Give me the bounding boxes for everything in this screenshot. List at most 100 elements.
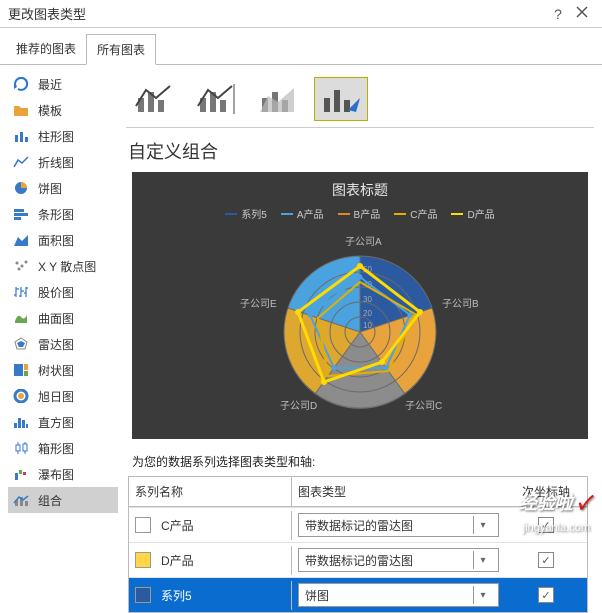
sidebar-item-label: 折线图 [38,154,74,171]
folder-icon [12,102,30,118]
radar-axis-label: 子公司C [405,397,442,412]
sidebar-item-label: 柱形图 [38,128,74,145]
sidebar-item-templates[interactable]: 模板 [8,97,118,123]
series-color-swatch [135,517,151,533]
legend-item: A产品 [281,206,324,221]
sidebar-item-label: 直方图 [38,414,74,431]
line-icon [12,154,30,170]
sidebar-item-radar[interactable]: 雷达图 [8,331,118,357]
sidebar-item-surface[interactable]: 曲面图 [8,305,118,331]
waterfall-icon [12,466,30,482]
stock-icon [12,284,30,300]
sidebar-item-combo[interactable]: 组合 [8,487,118,513]
sidebar-item-label: 瀑布图 [38,466,74,483]
chart-category-sidebar: 最近 模板 柱形图 折线图 饼图 条形图 面积图 X Y 散点图 股价图 曲面图… [8,71,118,613]
chart-type-select[interactable]: 饼图▾ [298,583,499,607]
series-row[interactable]: 系列5 饼图▾ ✓ [129,577,587,612]
surface-icon [12,310,30,326]
sunburst-icon [12,388,30,404]
sidebar-item-histogram[interactable]: 直方图 [8,409,118,435]
sidebar-item-area[interactable]: 面积图 [8,227,118,253]
sidebar-item-treemap[interactable]: 树状图 [8,357,118,383]
series-row[interactable]: D产品 带数据标记的雷达图▾ ✓ [129,542,587,577]
sidebar-item-label: 模板 [38,102,62,119]
legend-item: C产品 [394,206,437,221]
legend-item: 系列5 [225,206,267,221]
sidebar-item-label: 树状图 [38,362,74,379]
pie-icon [12,180,30,196]
histogram-icon [12,414,30,430]
sidebar-item-label: 箱形图 [38,440,74,457]
chevron-down-icon: ▾ [473,516,492,534]
sidebar-item-bar[interactable]: 条形图 [8,201,118,227]
combo-subtype-1[interactable] [128,77,182,121]
secondary-axis-checkbox[interactable]: ✓ [538,552,554,568]
col-header-type: 图表类型 [292,477,505,506]
treemap-icon [12,362,30,378]
watermark: 经验啦 ✓ jingyanla.com [519,489,590,536]
chart-type-select[interactable]: 带数据标记的雷达图▾ [298,513,499,537]
help-button[interactable]: ? [546,6,570,22]
sidebar-item-label: 雷达图 [38,336,74,353]
section-title: 自定义组合 [126,128,594,172]
secondary-axis-checkbox[interactable]: ✓ [538,587,554,603]
series-name: D产品 [161,552,194,569]
svg-text:20: 20 [363,309,372,318]
chevron-down-icon: ▾ [473,586,492,604]
col-header-name: 系列名称 [129,477,292,506]
sidebar-item-stock[interactable]: 股价图 [8,279,118,305]
combo-subtype-row [126,71,594,128]
chevron-down-icon: ▾ [473,551,492,569]
close-button[interactable] [570,5,594,22]
sidebar-item-label: 股价图 [38,284,74,301]
combo-subtype-2[interactable] [190,77,244,121]
series-instructions: 为您的数据系列选择图表类型和轴: [126,449,594,474]
tab-recommended[interactable]: 推荐的图表 [6,34,86,64]
sidebar-item-boxplot[interactable]: 箱形图 [8,435,118,461]
chart-preview: 图表标题 系列5 A产品 B产品 C产品 D产品 [132,172,588,439]
legend-item: D产品 [451,206,494,221]
area-icon [12,232,30,248]
column-icon [12,128,30,144]
series-color-swatch [135,552,151,568]
sidebar-item-scatter[interactable]: X Y 散点图 [8,253,118,279]
close-icon [575,5,589,19]
radar-axis-label: 子公司B [442,295,479,310]
radar-axis-label: 子公司E [240,295,277,310]
sidebar-item-label: X Y 散点图 [38,258,96,275]
sidebar-item-label: 曲面图 [38,310,74,327]
series-name: C产品 [161,517,194,534]
svg-text:10: 10 [363,321,372,330]
sidebar-item-label: 饼图 [38,180,62,197]
sidebar-item-sunburst[interactable]: 旭日图 [8,383,118,409]
combo-icon [12,492,30,508]
svg-text:30: 30 [363,295,372,304]
sidebar-item-line[interactable]: 折线图 [8,149,118,175]
boxplot-icon [12,440,30,456]
radar-axis-label: 子公司A [345,233,382,248]
tab-all-charts[interactable]: 所有图表 [86,34,156,65]
series-name: 系列5 [161,587,192,604]
legend-item: B产品 [338,206,381,221]
dialog-title: 更改图表类型 [8,4,86,23]
sidebar-item-column[interactable]: 柱形图 [8,123,118,149]
sidebar-item-label: 组合 [38,492,62,509]
recent-icon [12,76,30,92]
bar-icon [12,206,30,222]
sidebar-item-recent[interactable]: 最近 [8,71,118,97]
radar-icon [12,336,30,352]
combo-subtype-3[interactable] [252,77,306,121]
scatter-icon [12,258,30,274]
chart-type-select[interactable]: 带数据标记的雷达图▾ [298,548,499,572]
sidebar-item-label: 最近 [38,76,62,93]
sidebar-item-label: 条形图 [38,206,74,223]
sidebar-item-pie[interactable]: 饼图 [8,175,118,201]
sidebar-item-waterfall[interactable]: 瀑布图 [8,461,118,487]
chart-legend: 系列5 A产品 B产品 C产品 D产品 [142,206,578,221]
radar-axis-label: 子公司D [280,397,317,412]
combo-subtype-custom[interactable] [314,77,368,121]
series-color-swatch [135,587,151,603]
sidebar-item-label: 旭日图 [38,388,74,405]
sidebar-item-label: 面积图 [38,232,74,249]
chart-title: 图表标题 [142,180,578,200]
